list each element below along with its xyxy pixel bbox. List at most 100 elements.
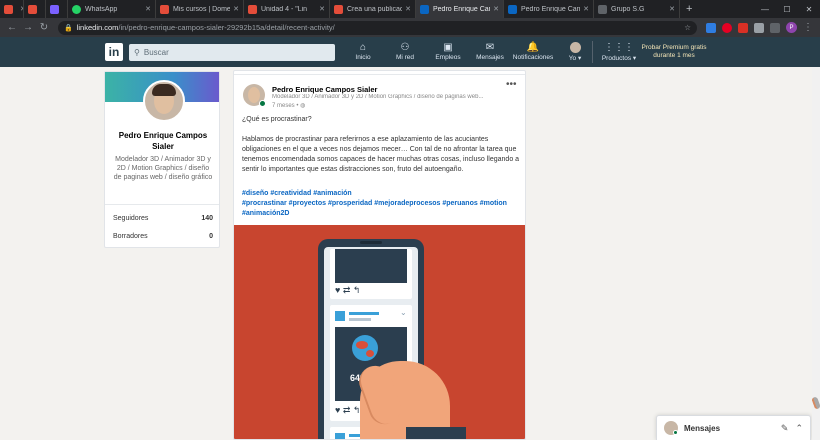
- browser-tab[interactable]: Mis cursos | Domes ✕: [156, 0, 244, 18]
- tab-favicon-icon: [50, 4, 59, 14]
- post-image[interactable]: ♥ ⇄ ↰ ⌄ 64% ♥ ⇄ ↰: [234, 225, 525, 439]
- browser-tab[interactable]: Crea una publicació✕: [330, 0, 416, 18]
- address-bar[interactable]: 🔒 linkedin.com/in/pedro-enrique-campos-s…: [58, 20, 697, 35]
- hashtags-line[interactable]: #diseño #creatividad #animación: [242, 189, 520, 199]
- browser-menu-icon[interactable]: ⋮: [800, 22, 816, 33]
- drafts-stat[interactable]: Borradores 0: [113, 233, 213, 240]
- search-placeholder: Buscar: [143, 48, 169, 57]
- nav-inicio[interactable]: ⌂ Inicio: [341, 41, 385, 61]
- nav-label: Productos ▾: [601, 55, 637, 62]
- tab-label: Pedro Enrique Camp: [433, 5, 490, 13]
- tab-label: Unidad 4 - "Lin: [261, 5, 308, 13]
- puzzle-extensions-icon[interactable]: [754, 22, 764, 33]
- tab-favicon-icon: [4, 4, 13, 14]
- profile-avatar[interactable]: [143, 80, 185, 122]
- pinterest-extension-icon[interactable]: [722, 22, 732, 33]
- close-icon[interactable]: ✕: [319, 5, 325, 13]
- nav-label: Empleos: [435, 54, 461, 61]
- minimize-icon[interactable]: —: [754, 5, 776, 14]
- close-icon[interactable]: ✕: [145, 5, 151, 13]
- linkedin-favicon-icon: [420, 4, 429, 14]
- browser-tab[interactable]: ✕: [46, 0, 68, 18]
- messaging-title[interactable]: Mensajes: [684, 424, 774, 433]
- messaging-dock[interactable]: Mensajes ✎ ⌃: [656, 415, 811, 440]
- nav-notificaciones[interactable]: 🔔 Notificaciones: [511, 41, 555, 61]
- tab-label: Pedro Enrique Camp: [521, 5, 581, 13]
- extension-icon[interactable]: [706, 22, 716, 33]
- media-control-icon[interactable]: [770, 22, 780, 33]
- back-icon[interactable]: ←: [4, 22, 20, 33]
- browser-tab[interactable]: Unidad 4 - "Lin ✕: [244, 0, 330, 18]
- scrollbar-thumb[interactable]: [811, 396, 820, 410]
- nav-label: Inicio: [355, 54, 371, 61]
- browser-tab[interactable]: Pedro Enrique Camp ✕: [504, 0, 594, 18]
- profile-card: Pedro Enrique Campos Sialer Modelador 3D…: [104, 71, 220, 248]
- linkedin-logo[interactable]: in: [105, 43, 123, 61]
- nav-divider: [592, 41, 593, 63]
- maximize-icon[interactable]: ☐: [776, 5, 798, 14]
- online-status-badge: [259, 100, 266, 107]
- nav-mensajes[interactable]: ✉ Mensajes: [468, 41, 512, 61]
- forward-icon[interactable]: →: [20, 22, 36, 33]
- browser-toolbar: ← → ↻ 🔒 linkedin.com/in/pedro-enrique-ca…: [0, 18, 820, 37]
- lock-icon: 🔒: [64, 24, 73, 32]
- linkedin-favicon-icon: [508, 4, 517, 14]
- card-actions-icons: ♥ ⇄ ↰: [335, 405, 361, 415]
- premium-link[interactable]: Probar Premium gratis durante 1 mes: [640, 44, 708, 60]
- tab-favicon-icon: [248, 4, 257, 14]
- followers-stat[interactable]: Seguidores 140: [113, 215, 213, 222]
- post-timestamp: 7 meses • ◍: [272, 102, 305, 109]
- page-scrollbar[interactable]: [811, 67, 820, 440]
- profile-name[interactable]: Pedro Enrique Campos Sialer: [113, 130, 213, 152]
- stat-value: 0: [209, 233, 213, 240]
- post-question: ¿Qué es procrastinar?: [242, 116, 312, 123]
- avatar-face: [248, 87, 260, 103]
- post-time-text: 7 meses •: [272, 103, 301, 109]
- compose-icon[interactable]: ✎: [781, 423, 789, 434]
- browser-tab-active[interactable]: Pedro Enrique Camp✕: [416, 0, 504, 18]
- card-thumb: [335, 433, 345, 439]
- post-body: ¿Qué es procrastinar? Hablamos de procra…: [242, 115, 520, 185]
- browser-tab[interactable]: Grupo S.G ✕: [594, 0, 680, 18]
- post-text: Hablamos de procrastinar para referirnos…: [242, 136, 520, 173]
- home-icon: ⌂: [359, 42, 367, 53]
- post-more-options-icon[interactable]: •••: [506, 79, 517, 90]
- post-author-headline: Modelador 3D / Animador 3D y 2D / Motion…: [272, 94, 484, 100]
- chevron-up-icon[interactable]: ⌃: [795, 423, 803, 434]
- pdf-extension-icon[interactable]: [738, 22, 748, 33]
- url-path: /in/pedro-enrique-campos-sialer-29292b15…: [118, 23, 335, 32]
- new-tab-button[interactable]: +: [686, 3, 692, 15]
- hashtags-line[interactable]: #procrastinar #proyectos #prosperidad #m…: [242, 199, 520, 219]
- globe-icon: ◍: [300, 103, 306, 109]
- nav-yo[interactable]: Yo ▾: [553, 41, 597, 62]
- nav-productos[interactable]: ⋮⋮⋮ Productos ▾: [597, 41, 641, 62]
- post-author-name[interactable]: Pedro Enrique Campos Sialer: [272, 85, 377, 94]
- bookmark-star-icon[interactable]: ☆: [684, 23, 691, 32]
- avatar-hair: [152, 84, 176, 96]
- messages-icon: ✉: [485, 42, 495, 53]
- reload-icon[interactable]: ↻: [36, 22, 52, 33]
- stat-label: Borradores: [113, 233, 148, 240]
- close-icon[interactable]: ✕: [583, 5, 589, 13]
- whatsapp-icon: [72, 4, 81, 14]
- card-actions-icons: ♥ ⇄ ↰: [335, 285, 361, 295]
- close-icon[interactable]: ✕: [669, 5, 675, 13]
- browser-tab-whatsapp[interactable]: WhatsApp ✕: [68, 0, 156, 18]
- nav-mi-red[interactable]: ⚇ Mi red: [383, 41, 427, 61]
- browser-tab[interactable]: ✕: [0, 0, 24, 18]
- url-host: linkedin.com: [76, 23, 119, 32]
- grid-icon: ⋮⋮⋮: [604, 42, 634, 53]
- nav-empleos[interactable]: ▣ Empleos: [426, 41, 470, 61]
- tab-favicon-icon: [334, 4, 343, 14]
- browser-profile-avatar[interactable]: P: [786, 22, 797, 33]
- nav-label: Yo ▾: [568, 55, 582, 62]
- window-close-icon[interactable]: ✕: [798, 5, 820, 14]
- close-icon[interactable]: ✕: [233, 5, 239, 13]
- close-icon[interactable]: ✕: [405, 5, 411, 13]
- search-input[interactable]: ⚲ Buscar: [129, 44, 335, 61]
- close-icon[interactable]: ✕: [493, 5, 499, 13]
- feed-post: Pedro Enrique Campos Sialer Modelador 3D…: [233, 70, 526, 440]
- tab-favicon-icon: [160, 4, 169, 14]
- nav-label: Mi red: [395, 54, 415, 61]
- browser-tab[interactable]: ✕: [24, 0, 46, 18]
